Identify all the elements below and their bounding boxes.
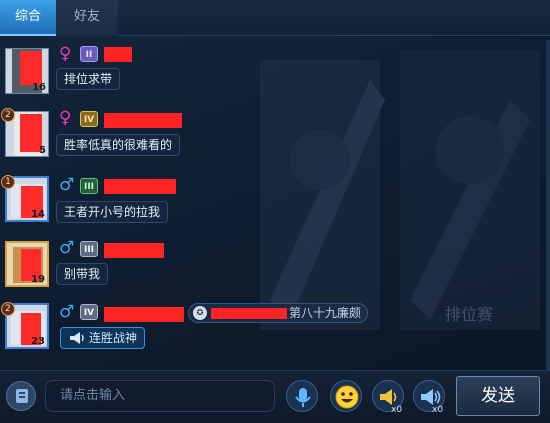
rank-tier-icon: IV	[80, 304, 98, 320]
chat-message: 16 ♀ II 排位求带	[0, 40, 550, 102]
title-medal-icon: ✪	[193, 306, 207, 320]
rank-tier-icon: II	[80, 46, 98, 62]
female-gender-icon: ♀	[59, 108, 72, 128]
rank-tier-icon: III	[80, 178, 98, 194]
player-level: 5	[39, 145, 46, 156]
voice-toggle-icon[interactable]	[6, 381, 36, 411]
chat-input[interactable]: 请点击输入	[45, 380, 275, 412]
player-level: 14	[31, 209, 45, 220]
player-name-redacted[interactable]	[104, 113, 182, 128]
message-text: 连胜战神	[89, 331, 138, 345]
tab-general[interactable]: 综合	[0, 0, 56, 36]
small-horn-count: x0	[391, 405, 403, 415]
big-horn-count: x0	[432, 405, 444, 415]
horn-message-bubble: 连胜战神	[60, 327, 146, 349]
player-name-redacted[interactable]	[104, 243, 164, 258]
rank-tier-icon: III	[80, 241, 98, 257]
tab-bar: 综合 好友	[0, 0, 550, 36]
message-bubble: 别带我	[56, 263, 109, 285]
male-gender-icon: ♂	[59, 302, 75, 322]
chat-input-bar: 请点击输入 x0 x0 发送	[0, 370, 550, 423]
emoji-icon[interactable]	[330, 380, 362, 412]
male-gender-icon: ♂	[59, 175, 75, 195]
player-name-redacted[interactable]	[104, 307, 184, 322]
chat-message: 5 2 ♀ IV 胜率低真的很难看的	[0, 103, 550, 165]
player-name-redacted[interactable]	[104, 47, 132, 62]
rank-number-badge: 1	[1, 175, 15, 189]
horn-icon	[70, 332, 84, 344]
avatar[interactable]: 19	[5, 241, 49, 287]
rank-number-badge: 2	[1, 108, 15, 122]
female-gender-icon: ♀	[59, 44, 72, 64]
title-name-redacted	[211, 308, 287, 319]
player-name-redacted[interactable]	[104, 179, 176, 194]
message-bubble: 排位求带	[56, 68, 121, 90]
send-button[interactable]: 发送	[456, 376, 540, 416]
microphone-icon[interactable]	[286, 380, 318, 412]
message-bubble: 胜率低真的很难看的	[56, 134, 181, 156]
player-level: 23	[31, 336, 45, 347]
message-bubble: 王者开小号的拉我	[56, 201, 169, 223]
player-level: 16	[32, 82, 46, 93]
rank-tier-icon: IV	[80, 111, 98, 127]
tab-friends[interactable]: 好友	[56, 0, 118, 36]
avatar[interactable]: 16	[5, 48, 49, 94]
rank-number-badge: 2	[1, 302, 15, 316]
chat-message: 14 1 ♂ III 王者开小号的拉我	[0, 170, 550, 232]
title-text: 第八十九廉颇	[289, 306, 362, 320]
chat-message: 23 2 ♂ IV ✪ 第八十九廉颇 连胜战神	[0, 297, 550, 357]
player-level: 19	[31, 274, 45, 285]
player-title-chip[interactable]: ✪ 第八十九廉颇	[188, 303, 368, 323]
chat-message: 19 ♂ III 别带我	[0, 233, 550, 295]
male-gender-icon: ♂	[59, 238, 75, 258]
